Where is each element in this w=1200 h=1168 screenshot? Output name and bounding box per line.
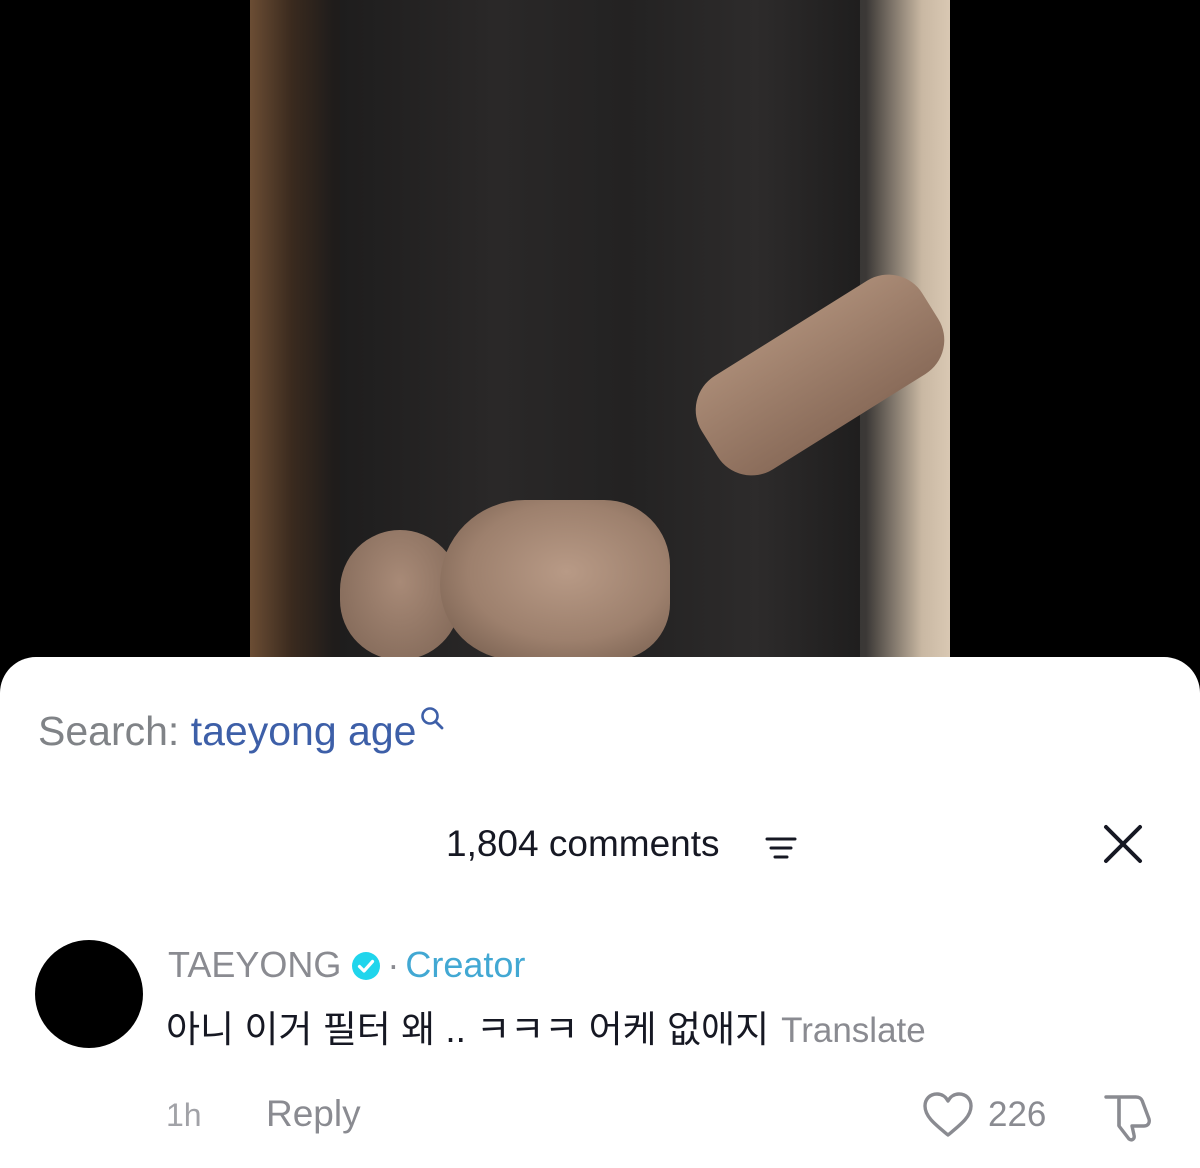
search-icon[interactable] — [418, 704, 448, 734]
translate-link[interactable]: Translate — [781, 1011, 926, 1050]
search-query[interactable]: taeyong age — [191, 708, 417, 754]
comments-header: 1,804 comments — [0, 818, 1200, 868]
comment-text-row: 아니 이거 필터 왜 .. ㅋㅋㅋ 어케 없애지 Translate — [166, 1007, 926, 1054]
sort-icon[interactable] — [763, 833, 799, 863]
creator-badge: Creator — [405, 944, 526, 985]
thumbs-down-icon[interactable] — [1100, 1091, 1156, 1143]
heart-icon[interactable] — [922, 1091, 974, 1139]
search-suggestion[interactable]: Search: taeyong age — [38, 706, 448, 756]
comments-count: 1,804 comments — [446, 823, 720, 864]
comment-text: 아니 이거 필터 왜 .. ㅋㅋㅋ 어케 없애지 — [166, 1009, 770, 1050]
video-frame — [250, 0, 950, 680]
video-hand-right — [440, 500, 670, 660]
comment-meta: 1h Reply 226 — [0, 1091, 1200, 1143]
comment-author-row: TAEYONG · Creator — [168, 943, 525, 987]
video-player[interactable] — [0, 0, 1200, 680]
author-name[interactable]: TAEYONG — [168, 944, 341, 985]
avatar[interactable] — [35, 940, 143, 1048]
separator-dot: · — [387, 944, 400, 985]
reply-button[interactable]: Reply — [266, 1093, 361, 1135]
comment-time: 1h — [166, 1097, 202, 1133]
comment-item: TAEYONG · Creator 아니 이거 필터 왜 .. ㅋㅋㅋ 어케 없애… — [0, 935, 1200, 1168]
verified-badge-icon — [352, 952, 381, 980]
search-label: Search: — [38, 708, 180, 754]
like-count: 226 — [988, 1095, 1047, 1134]
close-icon[interactable] — [1101, 822, 1145, 866]
